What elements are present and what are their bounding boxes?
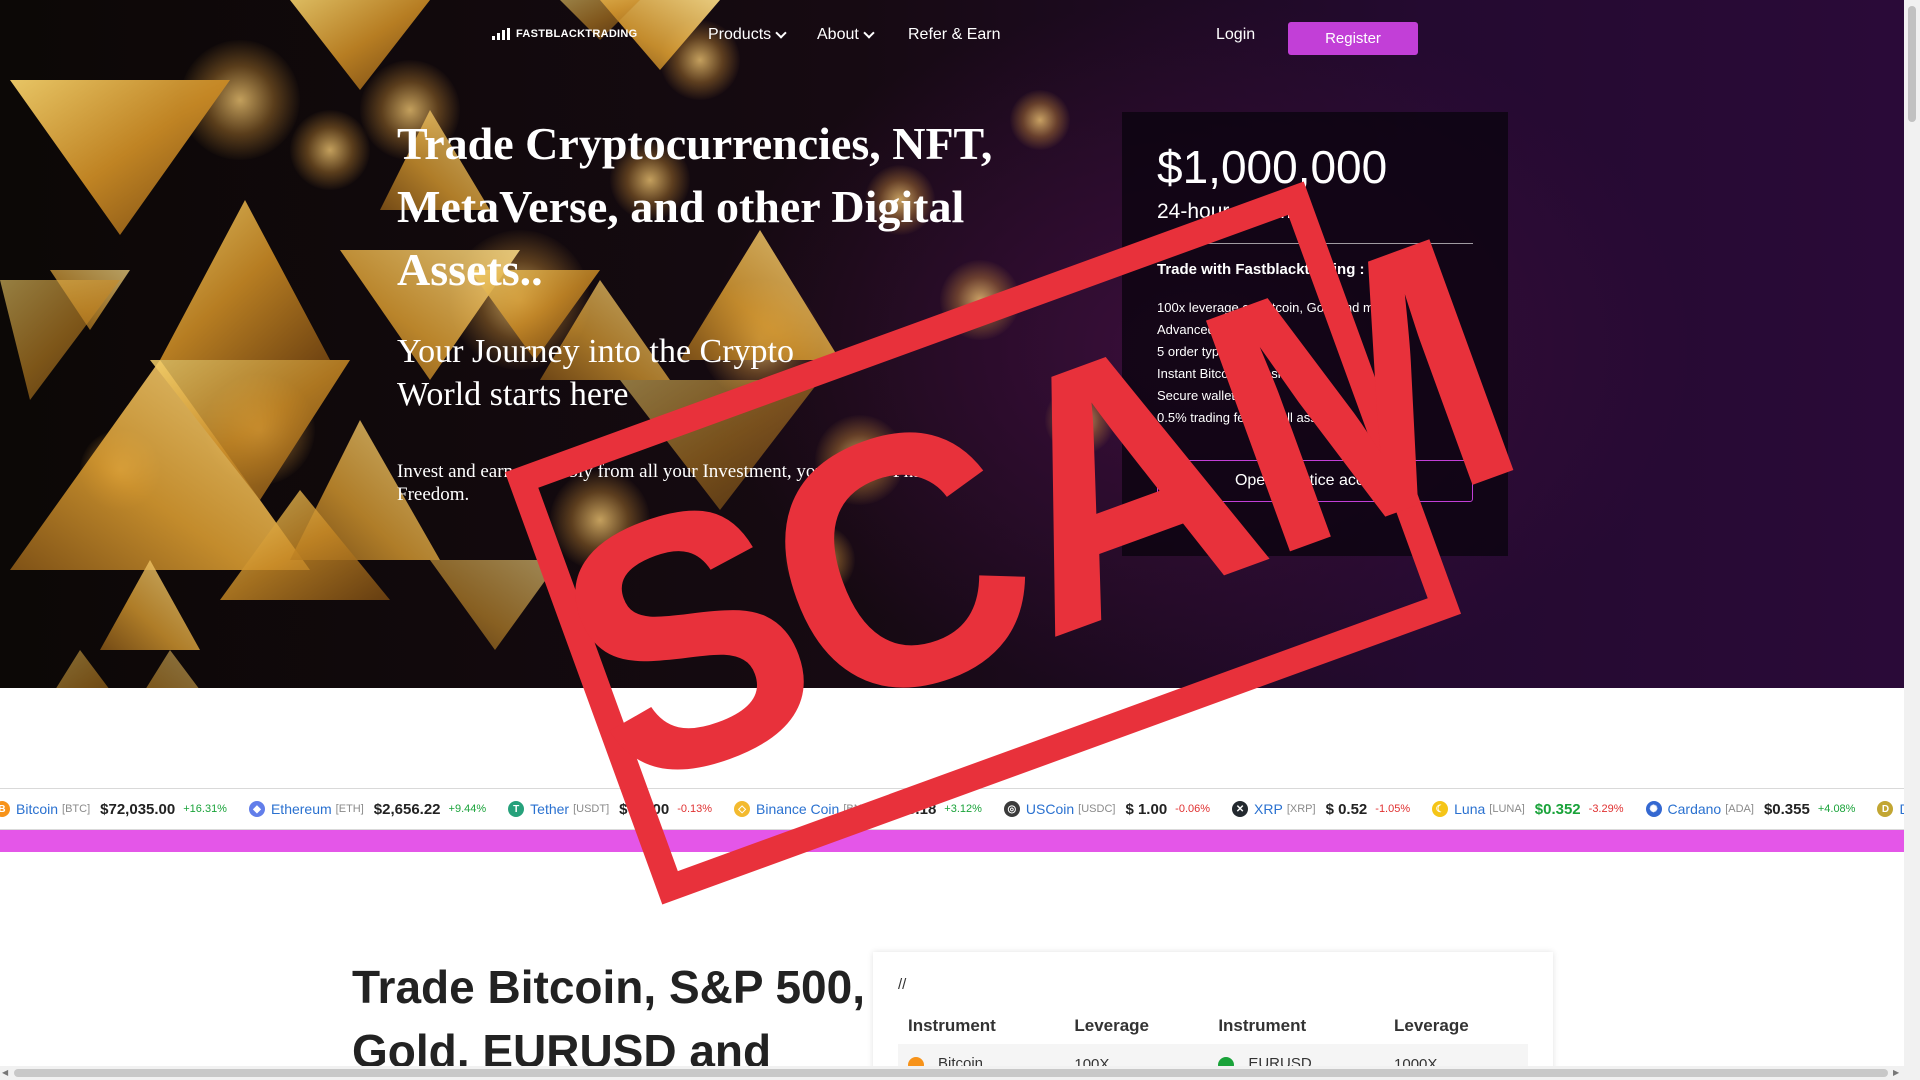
ticker-item[interactable]: B Bitcoin[BTC] $72,035.00 +16.31% xyxy=(0,801,227,818)
ticker-name: Ethereum xyxy=(270,801,332,817)
decorative-triangle xyxy=(56,650,109,688)
ticker-name: Tether xyxy=(530,801,570,817)
ticker-name: Bitcoin xyxy=(16,801,59,817)
dogecoin-icon: D xyxy=(1877,801,1894,817)
register-button[interactable]: Register xyxy=(1288,22,1418,55)
ticker-item[interactable]: ◎ USCoin [USDC] $ 1.00 -0.06% xyxy=(1003,800,1211,818)
column-header: Leverage xyxy=(1074,1016,1150,1035)
decorative-triangle xyxy=(100,560,200,650)
ticker-price: $0.352 xyxy=(1534,800,1581,818)
ticker-change: +16.31% xyxy=(183,803,227,815)
ticker-symbol: [USDT] xyxy=(573,803,610,815)
nav-products[interactable]: Products xyxy=(708,26,787,44)
ticker-item[interactable]: ☾ Luna [LUNA] $0.352 -3.29% xyxy=(1432,800,1624,818)
horizontal-scrollbar[interactable] xyxy=(0,1066,1904,1080)
ticker-change: +9.44% xyxy=(448,803,487,815)
ticker-stripe xyxy=(0,830,1904,852)
cardano-icon: ✺ xyxy=(1645,801,1662,817)
ticker-item[interactable]: DDogecoin[DOGE] xyxy=(1877,801,1904,817)
hero-title: Trade Cryptocurrencies, NFT, MetaVerse, … xyxy=(397,118,993,295)
ticker-price: $0.355 xyxy=(1763,800,1810,818)
card-mark: // xyxy=(898,976,907,993)
ticker-price: $72,035.00 xyxy=(100,800,176,818)
top-navbar: FASTBLACKTRADING Products About Refer & … xyxy=(0,0,1904,76)
ticker-change: -0.06% xyxy=(1175,803,1211,815)
nav-refer-earn[interactable]: Refer & Earn xyxy=(908,26,1000,44)
ticker-price: $ 0.52 xyxy=(1325,800,1368,818)
bitcoin-icon: B xyxy=(0,801,10,817)
nav-about[interactable]: About xyxy=(817,26,875,44)
ticker-name: Cardano xyxy=(1667,801,1722,817)
column-header: Instrument xyxy=(908,1016,996,1035)
section-title: Trade Bitcoin, S&P 500, Gold, EURUSD and xyxy=(352,961,866,1077)
decorative-triangle xyxy=(160,200,330,360)
uscoin-icon: ◎ xyxy=(1003,801,1020,817)
ticker-change: +4.08% xyxy=(1817,803,1856,815)
ticker-item[interactable]: ✺ Cardano [ADA] $0.355 +4.08% xyxy=(1645,800,1856,818)
ticker-item[interactable]: ◆ Ethereum [ETH] $2,656.22 +9.44% xyxy=(248,800,487,818)
ticker-symbol: [XRP] xyxy=(1286,803,1316,815)
ticker-name: USCoin xyxy=(1025,801,1075,817)
page: FASTBLACKTRADING Products About Refer & … xyxy=(0,0,1920,1080)
ticker-symbol: [ADA] xyxy=(1725,803,1754,815)
nav-refer-label: Refer & Earn xyxy=(908,26,1001,43)
ticker-name: Luna xyxy=(1454,801,1486,817)
instrument-leverage-card: // Instrument Leverage Instrument Levera… xyxy=(873,952,1553,1080)
xrp-icon: ✕ xyxy=(1232,801,1249,817)
nav-products-label: Products xyxy=(708,26,772,43)
ticker-change: +3.12% xyxy=(944,803,982,815)
decorative-triangle xyxy=(430,560,560,650)
column-header: Instrument xyxy=(1218,1016,1307,1035)
ticker-price: $ 1.00 xyxy=(1125,800,1168,818)
ticker-item[interactable]: ✕ XRP [XRP] $ 0.52 -1.05% xyxy=(1232,801,1410,818)
nav-about-label: About xyxy=(817,26,859,43)
ticker-change: -1.05% xyxy=(1375,803,1411,815)
site-logo[interactable]: FASTBLACKTRADING xyxy=(492,28,638,40)
login-link[interactable]: Login xyxy=(1216,26,1255,44)
vertical-scrollbar[interactable] xyxy=(1904,0,1920,1080)
decorative-triangle xyxy=(146,650,199,688)
chevron-down-icon xyxy=(775,27,787,39)
bar-chart-icon xyxy=(492,28,510,40)
ticker-symbol: [LUNA] xyxy=(1489,803,1525,815)
scrollbar-thumb[interactable] xyxy=(14,1069,1888,1077)
chevron-down-icon xyxy=(863,27,875,39)
scroll-left-arrow-icon[interactable]: ◀ xyxy=(2,1068,8,1077)
ticker-symbol: [BTC] xyxy=(62,803,91,815)
table-header-row: Instrument Leverage Instrument Leverage xyxy=(898,1008,1528,1044)
scrollbar-thumb[interactable] xyxy=(1908,6,1916,122)
tether-icon: T xyxy=(508,801,525,817)
ticker-change: -3.29% xyxy=(1588,803,1624,815)
ticker-name: XRP xyxy=(1254,801,1283,817)
decorative-triangle xyxy=(0,280,120,400)
luna-icon: ☾ xyxy=(1432,801,1449,817)
ticker-symbol: [ETH] xyxy=(335,803,364,815)
ticker-price: $2,656.22 xyxy=(373,800,441,818)
ethereum-icon: ◆ xyxy=(248,801,265,817)
decorative-triangle xyxy=(10,80,230,235)
scroll-right-arrow-icon[interactable]: ▶ xyxy=(1893,1068,1899,1077)
column-header: Leverage xyxy=(1394,1016,1469,1035)
ticker-symbol: [USDC] xyxy=(1078,803,1116,815)
logo-text: FASTBLACKTRADING xyxy=(516,28,638,40)
